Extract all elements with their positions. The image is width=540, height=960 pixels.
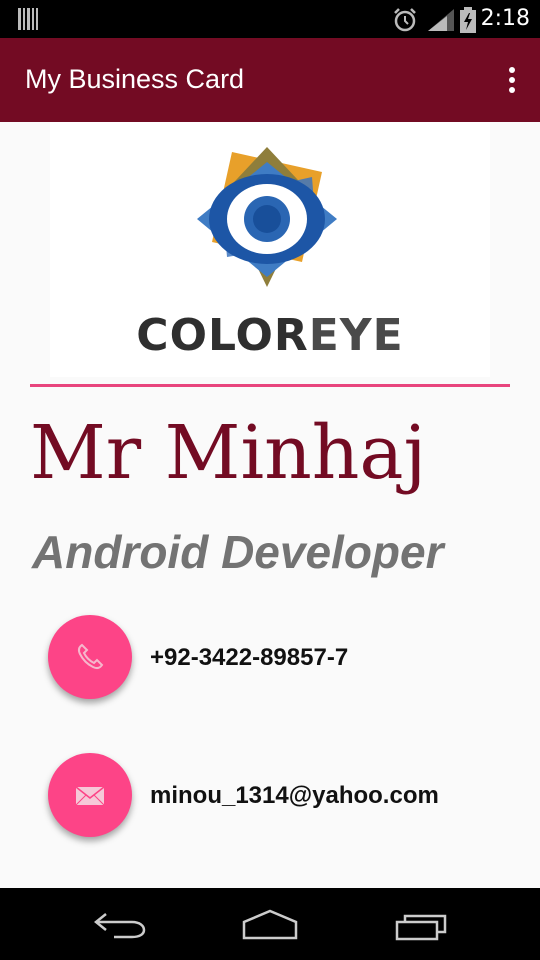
battery-charging-icon: [460, 7, 476, 33]
barcode-icon: [18, 8, 38, 30]
recents-icon[interactable]: [393, 908, 451, 942]
company-logo: COLOREYE: [50, 122, 490, 377]
back-icon[interactable]: [92, 910, 148, 940]
phone-number[interactable]: +92-3422-89857-7: [150, 644, 348, 672]
alarm-icon: [394, 8, 416, 32]
status-bar: 2:18: [0, 0, 540, 38]
divider: [30, 384, 510, 387]
email-address[interactable]: minou_1314@yahoo.com: [150, 782, 439, 810]
profile-role: Android Developer: [32, 526, 444, 578]
status-time: 2:18: [480, 6, 530, 31]
logo-text-color: COLOR: [136, 310, 309, 361]
signal-icon: [428, 9, 454, 31]
overflow-menu-icon[interactable]: [502, 66, 522, 96]
phone-icon: [77, 643, 104, 670]
app-title: My Business Card: [25, 64, 245, 94]
mail-icon: [75, 786, 105, 806]
home-icon[interactable]: [240, 908, 300, 942]
call-button[interactable]: [48, 615, 132, 699]
email-button[interactable]: [48, 753, 132, 837]
profile-name: Mr Minhaj: [30, 410, 427, 496]
navigation-bar: [0, 888, 540, 960]
logo-text-eye: EYE: [308, 310, 404, 361]
logo-wordmark: COLOREYE: [50, 310, 490, 361]
eye-logo-icon: [197, 147, 337, 287]
app-bar: My Business Card: [0, 38, 540, 122]
